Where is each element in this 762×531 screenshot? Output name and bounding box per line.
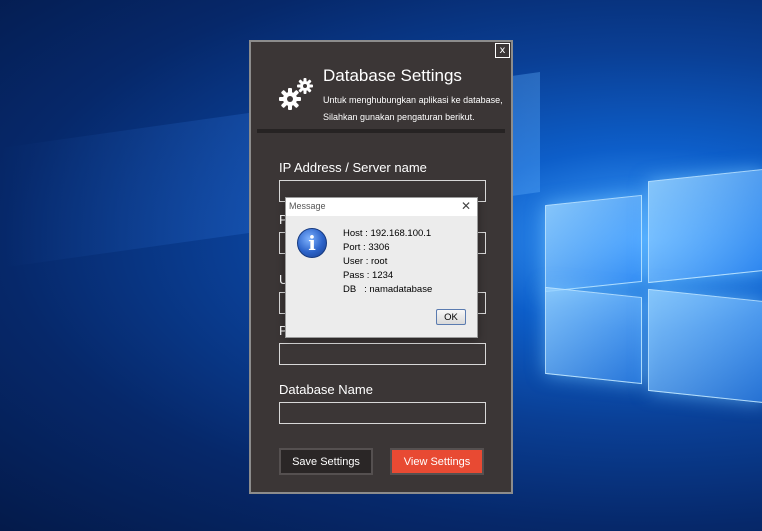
message-line-pass: Pass : 1234 xyxy=(343,270,394,281)
message-line-user: User : root xyxy=(343,256,388,267)
message-line-host: Host : 192.168.100.1 xyxy=(343,228,432,239)
window-close-button[interactable]: x xyxy=(495,43,510,58)
info-icon: i xyxy=(297,228,327,258)
password-input[interactable] xyxy=(279,343,486,365)
dialog-message: Host : 192.168.100.1 Port : 3306 User : … xyxy=(343,227,432,297)
ok-button[interactable]: OK xyxy=(436,309,466,325)
window-title: Database Settings xyxy=(323,66,462,85)
logo-pane xyxy=(648,168,762,284)
database-name-label: Database Name xyxy=(279,382,373,397)
view-settings-button[interactable]: View Settings xyxy=(390,448,484,475)
logo-pane xyxy=(648,288,762,404)
dialog-close-icon[interactable]: ✕ xyxy=(461,199,471,213)
subtitle-line: Untuk menghubungkan aplikasi ke database… xyxy=(323,95,503,105)
logo-pane xyxy=(545,286,642,385)
window-subtitle: Untuk menghubungkan aplikasi ke database… xyxy=(323,92,508,126)
save-settings-button[interactable]: Save Settings xyxy=(279,448,373,475)
subtitle-line: Silahkan gunakan pengaturan berikut. xyxy=(323,112,475,122)
logo-pane xyxy=(545,194,642,293)
message-line-port: Port : 3306 xyxy=(343,242,390,253)
ip-address-label: IP Address / Server name xyxy=(279,160,427,175)
dialog-titlebar: Message ✕ xyxy=(286,198,477,216)
message-line-db: DB : namadatabase xyxy=(343,284,433,295)
dialog-title: Message xyxy=(289,201,326,211)
database-name-input[interactable] xyxy=(279,402,486,424)
windows-logo-wallpaper xyxy=(540,168,762,440)
gears-icon xyxy=(279,78,313,110)
header-divider xyxy=(257,129,505,133)
message-dialog: Message ✕ i Host : 192.168.100.1 Port : … xyxy=(285,197,478,338)
